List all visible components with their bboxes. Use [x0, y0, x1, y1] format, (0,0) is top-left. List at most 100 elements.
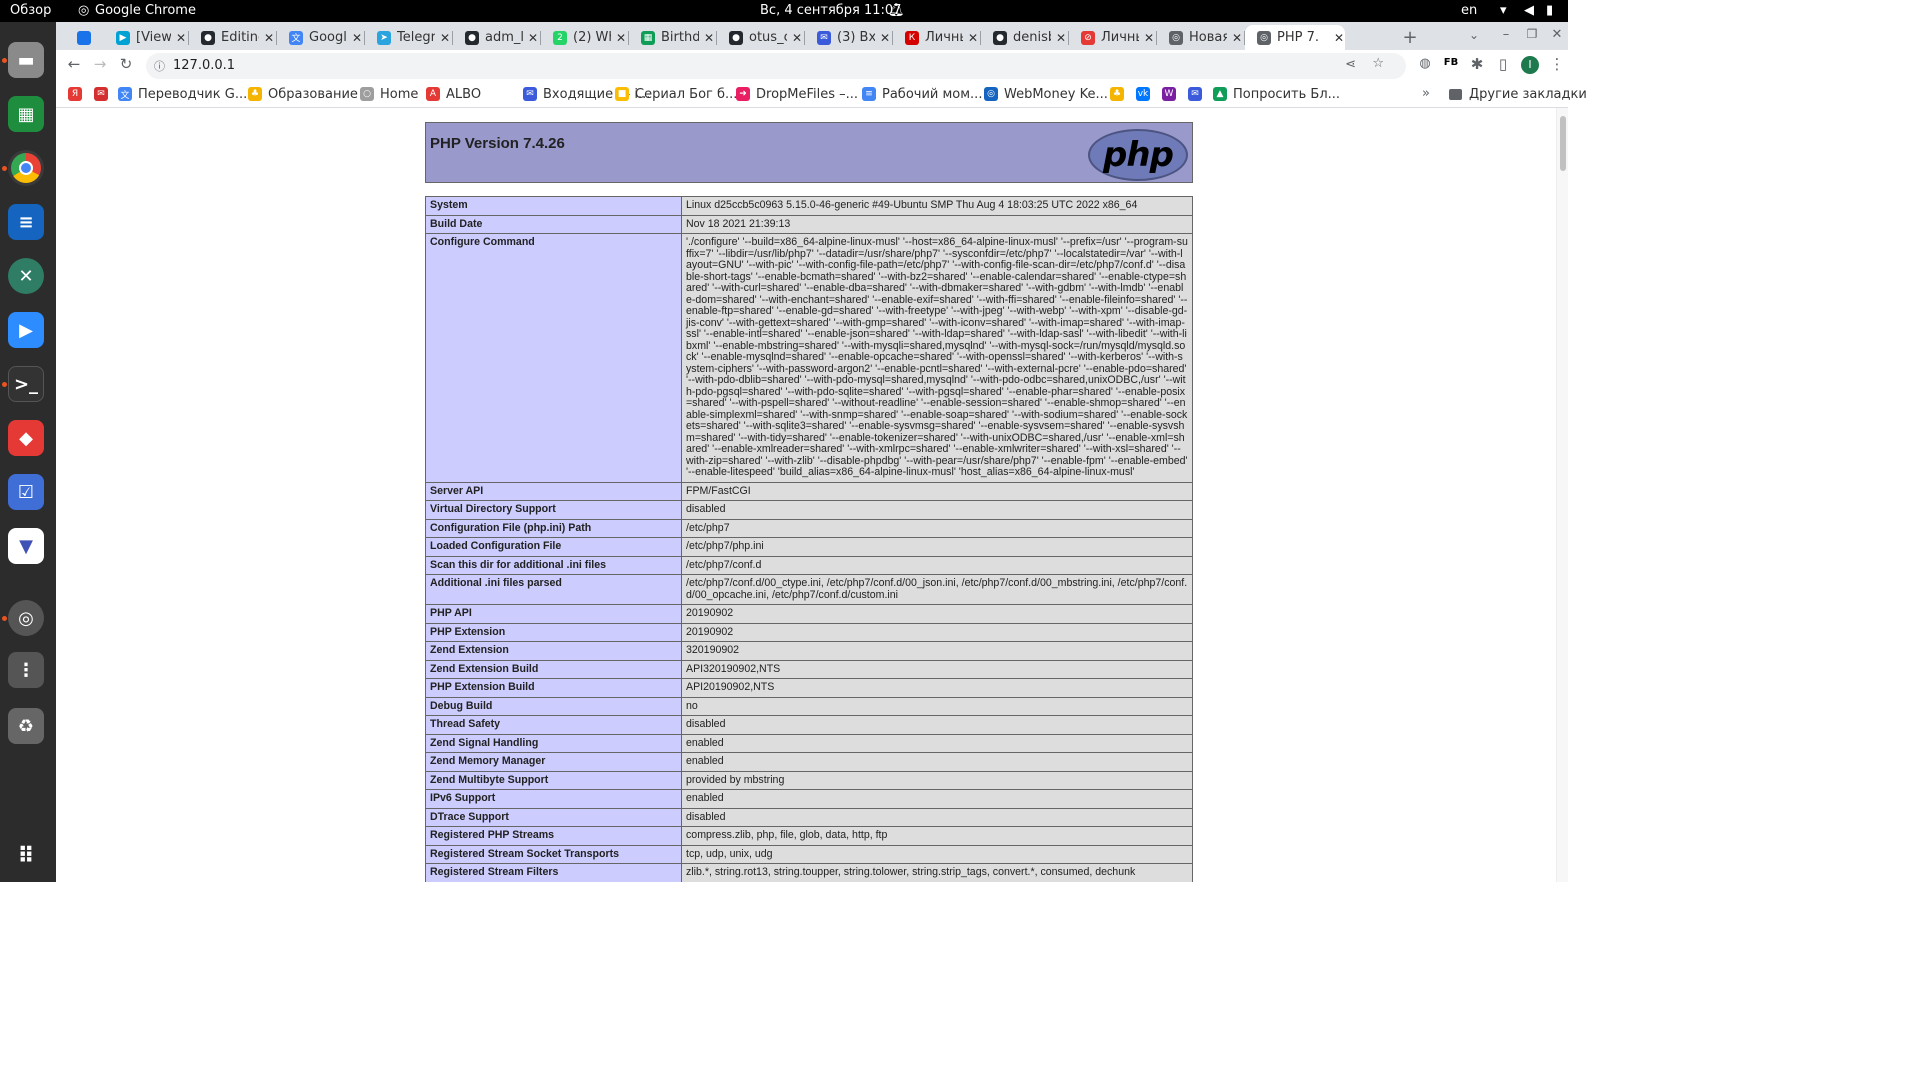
bookmark-item[interactable]: ♣ Образование: [248, 85, 358, 103]
disc-icon[interactable]: ◎: [8, 600, 44, 636]
bookmark-item[interactable]: ▲ Попросить Бл...: [1213, 85, 1340, 103]
zoom-app-icon[interactable]: ▶: [8, 312, 44, 348]
tab-1[interactable]: [70, 25, 98, 50]
bookmark-item[interactable]: vk: [1136, 85, 1156, 103]
tab-5[interactable]: ➤ Telegr ✕: [365, 25, 451, 50]
page-scrollbar[interactable]: [1556, 108, 1568, 882]
address-text[interactable]: 127.0.0.1: [173, 58, 235, 73]
table-row: Debug Build no: [425, 696, 1193, 716]
tab-10[interactable]: ✉ (3) Вхо ✕: [805, 25, 891, 50]
tab-close-icon[interactable]: ✕: [439, 31, 451, 45]
tab-4[interactable]: 文 Google ✕: [277, 25, 363, 50]
tab-close-icon[interactable]: ✕: [703, 31, 715, 45]
bookmark-item[interactable]: ■ Сериал Бог б...: [615, 85, 737, 103]
menu-kebab-icon[interactable]: ⋮: [1546, 55, 1568, 73]
bookmark-star-icon[interactable]: ☆: [1372, 56, 1384, 71]
remote-desktop-app-icon[interactable]: ✕: [8, 258, 44, 294]
tab-close-icon[interactable]: ✕: [1333, 31, 1345, 45]
tab-14[interactable]: ◎ Новая ✕: [1157, 25, 1243, 50]
tab-close-icon[interactable]: ✕: [615, 31, 627, 45]
anydesk-app-icon[interactable]: ◆: [8, 420, 44, 456]
clock[interactable]: Вс, 4 сентября 11:07: [760, 3, 901, 18]
side-panel-icon[interactable]: ▯: [1492, 55, 1514, 73]
forward-button[interactable]: →: [89, 55, 111, 73]
tab-6[interactable]: ● adm_li ✕: [453, 25, 539, 50]
bookmark-item[interactable]: ✉: [1188, 85, 1208, 103]
bookmark-item[interactable]: ♣: [1110, 85, 1130, 103]
tab-close-icon[interactable]: ✕: [1055, 31, 1067, 45]
wifi-icon[interactable]: ▾: [1500, 3, 1507, 18]
bookmark-item[interactable]: 文 Переводчик G...: [118, 85, 247, 103]
tab-close-icon[interactable]: ✕: [351, 31, 363, 45]
reload-button[interactable]: ↻: [115, 55, 137, 73]
running-indicator: [2, 58, 7, 63]
bookmark-item[interactable]: A ALBO: [426, 85, 481, 103]
bookmark-item[interactable]: W: [1162, 85, 1182, 103]
tab-2[interactable]: ▶ [View] ✕: [104, 25, 187, 50]
table-row: Zend Extension Build API320190902,NTS: [425, 659, 1193, 679]
table-row: Server API FPM/FastCGI: [425, 481, 1193, 501]
tasks-app-icon[interactable]: ☑: [8, 474, 44, 510]
scrollbar-thumb[interactable]: [1560, 116, 1566, 171]
address-bar[interactable]: ⓘ 127.0.0.1 ⋖ ☆: [146, 53, 1406, 79]
bookmark-item[interactable]: ○ Home: [360, 85, 418, 103]
tab-7[interactable]: 2 (2) Wh ✕: [541, 25, 627, 50]
tab-12[interactable]: ● denisb ✕: [981, 25, 1067, 50]
back-button[interactable]: ←: [63, 55, 85, 73]
extension-icon[interactable]: ◍: [1414, 56, 1436, 71]
restore-window-button[interactable]: ❐: [1521, 27, 1543, 41]
tab-13[interactable]: ⊘ Личнь ✕: [1069, 25, 1155, 50]
input-language[interactable]: en: [1461, 3, 1477, 18]
php-logo[interactable]: php: [1088, 129, 1188, 181]
fb-extension-icon[interactable]: FB: [1440, 57, 1462, 68]
tab-15[interactable]: ◎ PHP 7. ✕: [1245, 25, 1345, 50]
minimize-window-button[interactable]: –: [1495, 27, 1517, 42]
tab-search-chevron-icon[interactable]: ⌄: [1463, 28, 1485, 42]
tab-close-icon[interactable]: ✕: [879, 31, 891, 45]
tab-title: [View]: [136, 30, 171, 45]
bookmark-item[interactable]: ➜ DropMeFiles –...: [736, 85, 858, 103]
row-key: PHP Extension Build: [425, 678, 682, 698]
volume-icon[interactable]: ◀︎: [1524, 3, 1534, 18]
tab-close-icon[interactable]: ✕: [1143, 31, 1155, 45]
vpn-app-icon[interactable]: ▼: [8, 528, 44, 564]
bookmark-item[interactable]: ≡ Рабочий мом...: [862, 85, 982, 103]
terminal-app-icon[interactable]: >_: [8, 366, 44, 402]
tab-8[interactable]: ▦ Birthd ✕: [629, 25, 715, 50]
tab-close-icon[interactable]: ✕: [175, 31, 187, 45]
share-icon[interactable]: ⋖: [1345, 57, 1356, 72]
spreadsheet-app-icon[interactable]: ▦: [8, 96, 44, 132]
trash-icon[interactable]: ♻: [8, 708, 44, 744]
activities-button[interactable]: Обзор: [10, 3, 51, 18]
tab-close-icon[interactable]: ✕: [263, 31, 275, 45]
bookmark-item[interactable]: ◎ WebMoney Ke...: [984, 85, 1108, 103]
row-value: tcp, udp, unix, udg: [681, 844, 1193, 864]
chrome-app-icon[interactable]: [8, 150, 44, 186]
other-bookmarks-folder[interactable]: Другие закладки: [1449, 85, 1587, 103]
bookmark-favicon-icon: ♣: [1110, 87, 1124, 101]
active-app-name[interactable]: Google Chrome: [95, 3, 196, 18]
bookmark-item[interactable]: Я: [68, 85, 88, 103]
tab-close-icon[interactable]: ✕: [1231, 31, 1243, 45]
battery-icon[interactable]: ▮: [1546, 3, 1553, 18]
profile-avatar[interactable]: I: [1521, 56, 1539, 74]
more-bookmarks-chevron-icon[interactable]: »: [1422, 86, 1430, 101]
tab-close-icon[interactable]: ✕: [967, 31, 979, 45]
files-app-icon[interactable]: ▬: [8, 42, 44, 78]
app-grid-icon[interactable]: ⠿: [8, 838, 44, 874]
tab-3[interactable]: ● Editing ✕: [189, 25, 275, 50]
tab-9[interactable]: ● otus_c ✕: [717, 25, 803, 50]
drive-icon[interactable]: ⋮: [8, 652, 44, 688]
tab-close-icon[interactable]: ✕: [791, 31, 803, 45]
writer-app-icon[interactable]: ≡: [8, 204, 44, 240]
bookmark-item[interactable]: ✉: [94, 85, 114, 103]
site-info-icon[interactable]: ⓘ: [154, 58, 165, 74]
bookmark-label: ALBO: [446, 86, 482, 102]
tab-11[interactable]: К Личнь ✕: [893, 25, 979, 50]
tab-close-icon[interactable]: ✕: [527, 31, 539, 45]
new-tab-button[interactable]: +: [1399, 27, 1421, 48]
tab-favicon-icon: ●: [201, 30, 215, 45]
page-viewport[interactable]: PHP Version 7.4.26 php System Linux d25cc…: [56, 108, 1568, 882]
extensions-puzzle-icon[interactable]: ✱: [1466, 55, 1488, 73]
close-window-button[interactable]: ✕: [1546, 27, 1568, 42]
